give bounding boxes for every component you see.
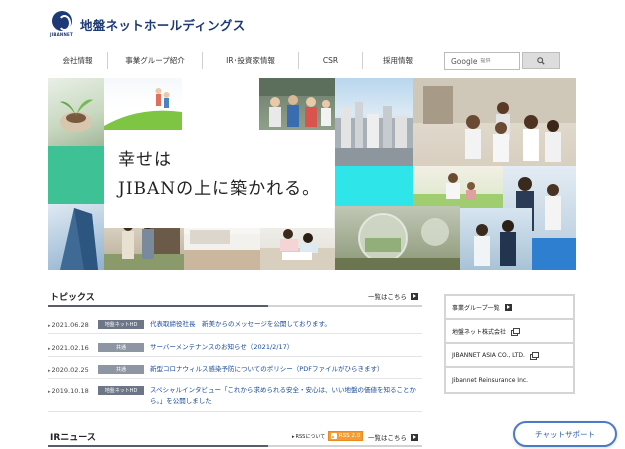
- news-title-link[interactable]: サーバーメンテナンスのお知らせ（2021/2/17）: [150, 342, 422, 353]
- ir-news-more-link[interactable]: 一覧はこちら: [368, 432, 418, 442]
- news-date: 2021.02.16: [48, 343, 98, 352]
- nav-item-ir[interactable]: IR･投資家情報: [203, 52, 299, 69]
- nav-item-company[interactable]: 会社情報: [48, 52, 108, 69]
- hero-catch-line-1: 幸せは: [118, 150, 172, 170]
- side-link-label: Jibannet Reinsurance Inc.: [452, 376, 529, 384]
- hero-tile-family-house: [413, 78, 576, 166]
- hero-tile-group-photo: [259, 78, 335, 130]
- search-box[interactable]: Google: [444, 52, 520, 70]
- news-title-link[interactable]: 新型コロナウィルス感染予防についてのポリシー（PDFファイルがひらきます）: [150, 364, 422, 375]
- hero-image-mosaic: 幸せは JIBANの上に築かれる。: [48, 78, 576, 270]
- search-input[interactable]: [480, 58, 507, 64]
- rss-about-link[interactable]: RSSについて: [292, 433, 326, 440]
- hero-tile-plant-hands: [48, 78, 104, 146]
- search-icon: [537, 56, 545, 65]
- news-date: 2021.06.28: [48, 320, 98, 329]
- side-link-jibannet-asia[interactable]: JIBANNET ASIA CO., LTD.: [446, 344, 573, 368]
- category-badge: 地盤ネットHD: [98, 386, 144, 395]
- search-button[interactable]: [522, 52, 560, 69]
- nav-item-csr[interactable]: CSR: [299, 52, 363, 69]
- hero-cyan-block: [335, 166, 413, 206]
- group-links-panel: 事業グループ一覧 地盤ネット株式会社 JIBANNET ASIA CO., LT…: [444, 294, 575, 394]
- news-title-link[interactable]: 代表取締役社長 新美からのメッセージを公開しております。: [150, 319, 422, 330]
- logo-mark-icon: JIBANNET: [50, 10, 74, 38]
- side-link-label: 事業グループ一覧: [452, 304, 500, 312]
- hero-tile-glass-sphere: [335, 206, 460, 270]
- rss-badge-label: RSS 2.0: [338, 433, 361, 439]
- hero-catch-line-2: JIBANの上に築かれる。: [118, 179, 321, 199]
- nav-item-business-group[interactable]: 事業グループ紹介: [108, 52, 203, 69]
- external-link-icon: [511, 327, 521, 336]
- side-link-jibannet-reinsurance[interactable]: Jibannet Reinsurance Inc.: [446, 368, 573, 392]
- category-badge: 地盤ネットHD: [98, 320, 144, 329]
- topics-row: 2019.10.18 地盤ネットHD スペシャルインタビュー「これから求められる…: [48, 386, 422, 412]
- hero-catch-copy-panel: 幸せは JIBANの上に築かれる。: [104, 130, 334, 228]
- news-title-link[interactable]: スペシャルインタビュー「これから求められる安全・安心は、いい地盤の価値を知ること…: [150, 385, 422, 407]
- rss-feed-button[interactable]: RSS 2.0: [328, 431, 363, 441]
- google-label: Google: [451, 56, 478, 66]
- hero-tile-office-people: [460, 208, 532, 270]
- side-link-jibannet[interactable]: 地盤ネット株式会社: [446, 320, 573, 344]
- topics-more-label: 一覧はこちら: [368, 293, 407, 301]
- global-nav: 会社情報 事業グループ紹介 IR･投資家情報 CSR 採用情報: [48, 52, 433, 69]
- category-badge: 共通: [98, 343, 144, 352]
- external-link-icon: [529, 351, 539, 360]
- topics-row: 2021.06.28 地盤ネットHD 代表取締役社長 新美からのメッセージを公開…: [48, 320, 422, 334]
- arrow-right-icon: [411, 292, 418, 300]
- hero-tile-glass-tower: [48, 204, 104, 270]
- news-date: 2019.10.18: [48, 386, 98, 395]
- rss-icon: [330, 433, 337, 439]
- logo-subtext: JIBANNET: [50, 32, 73, 37]
- topics-row: 2020.02.25 共通 新型コロナウィルス感染予防についてのポリシー（PDF…: [48, 365, 422, 379]
- topics-row: 2021.02.16 共通 サーバーメンテナンスのお知らせ（2021/2/17）: [48, 343, 422, 357]
- ir-news-divider: [48, 445, 422, 447]
- category-badge: 共通: [98, 365, 144, 374]
- nav-item-recruit[interactable]: 採用情報: [363, 52, 433, 69]
- ir-news-more-label: 一覧はこちら: [368, 434, 407, 442]
- topics-more-link[interactable]: 一覧はこちら: [368, 291, 418, 301]
- hero-green-block: [48, 146, 104, 204]
- hero-tile-woman-child: [413, 166, 503, 208]
- news-date: 2020.02.25: [48, 365, 98, 374]
- side-link-business-group-list[interactable]: 事業グループ一覧: [446, 296, 573, 320]
- hero-tile-cityscape: [335, 78, 413, 166]
- hero-blue-block: [532, 238, 576, 270]
- arrow-right-icon: [411, 433, 418, 441]
- side-link-label: JIBANNET ASIA CO., LTD.: [452, 351, 525, 359]
- company-logo[interactable]: JIBANNET 地盤ネットホールディングス: [50, 10, 246, 38]
- hero-tile-kids-hill: [104, 78, 182, 132]
- arrow-right-icon: [504, 303, 512, 311]
- topics-title: トピックス: [50, 293, 95, 303]
- ir-news-title: IRニュース: [50, 433, 96, 443]
- chat-support-button[interactable]: チャットサポート: [513, 421, 617, 447]
- company-name: 地盤ネットホールディングス: [80, 18, 246, 33]
- side-link-label: 地盤ネット株式会社: [452, 328, 507, 336]
- topics-divider: [48, 305, 422, 307]
